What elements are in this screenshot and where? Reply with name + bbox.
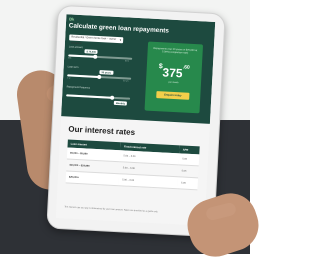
repayment-frequency-fill (66, 94, 113, 99)
loan-term-fill (67, 74, 100, 78)
loan-amount-value: $ 70,000 (84, 49, 98, 54)
rates-heading: Our interest rates (68, 124, 136, 137)
brand-logo: Bk (69, 16, 75, 22)
amount-dollars: 375 (162, 65, 183, 81)
loan-type-select[interactable]: Residential / Green home loan – owner oc… (69, 34, 124, 46)
repayment-frequency-handle[interactable] (110, 95, 115, 100)
photo-background: Bk Calculate green loan repayments Resid… (0, 0, 266, 263)
loan-amount-min: $5k (68, 57, 72, 60)
table-cell: 5.05 (177, 176, 199, 190)
loan-amount-label: Loan amount (68, 45, 83, 50)
repayment-frequency-slider[interactable] (66, 94, 131, 100)
loan-term-max: 30 yrs (122, 80, 129, 83)
enquire-button[interactable]: Enquire today (156, 91, 190, 100)
loan-amount-handle[interactable] (93, 54, 98, 59)
tablet-screen: Bk Calculate green loan repayments Resid… (55, 14, 216, 226)
loan-term-label: Loan term (67, 65, 79, 69)
repayment-frequency-label: Repayment frequency (66, 85, 91, 90)
calculator-title: Calculate green loan repayments (68, 22, 170, 35)
table-cell: $25,000+ (65, 170, 120, 186)
repayment-result-card: Repayments over 30 years on $70,000 at 5… (144, 41, 204, 114)
table-cell: 5.00 – 6.00 (118, 173, 179, 189)
loan-term-value: 30 years (99, 70, 114, 75)
loan-amount-slider[interactable] (68, 54, 133, 60)
loan-term-min: 1 yr (67, 77, 71, 80)
loan-calculator-panel: Bk Calculate green loan repayments Resid… (61, 14, 216, 124)
chevron-down-icon: ▾ (119, 38, 122, 43)
loan-term-handle[interactable] (97, 74, 102, 79)
interest-rates-table: Loan amount Fixed interest rate APR $5,0… (65, 139, 200, 190)
table-cell: 5.05 (178, 153, 200, 166)
amount-cents: .60 (182, 64, 190, 71)
repayment-frequency-value: Monthly (113, 100, 128, 106)
table-cell: 5.05 (178, 164, 199, 178)
result-description: Repayments over 30 years on $70,000 at 5… (153, 46, 198, 55)
loan-type-value: Residential / Green home loan – owner oc… (70, 35, 117, 46)
loan-amount-fill (68, 54, 96, 58)
rates-footnote: The interest rate you pay is determined … (64, 206, 159, 214)
loan-amount-max: $3m (125, 60, 129, 63)
